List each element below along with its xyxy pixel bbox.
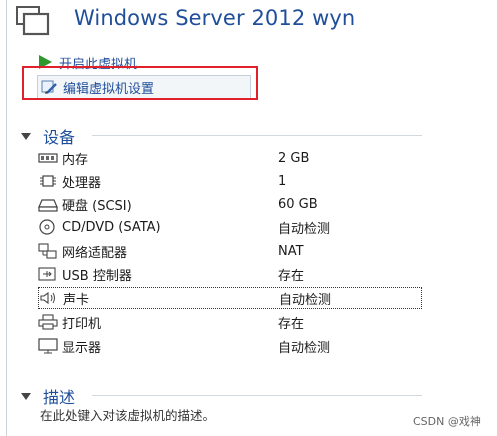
device-value: 60 GB: [278, 196, 318, 212]
speaker-icon: [39, 290, 59, 306]
device-name: CD/DVD (SATA): [62, 219, 161, 235]
device-name: USB 控制器: [62, 268, 132, 284]
device-name: 内存: [62, 152, 89, 168]
devices-section-header[interactable]: 设备: [21, 124, 75, 148]
device-value: 自动检测: [278, 221, 331, 237]
watermark: CSDN @戏神: [413, 415, 481, 428]
highlight-annotation: [22, 66, 258, 100]
device-row-display[interactable]: 显示器 自动检测: [38, 335, 422, 357]
usb-icon: [38, 266, 58, 282]
device-row-sound-card[interactable]: 声卡 自动检测: [38, 287, 422, 309]
hard-disk-icon: [38, 196, 58, 212]
description-section-divider: [92, 395, 422, 396]
device-row-cd-dvd[interactable]: CD/DVD (SATA) 自动检测: [38, 216, 422, 238]
device-row-printer[interactable]: 打印机 存在: [38, 311, 422, 333]
collapse-caret-icon: [21, 392, 31, 400]
devices-section-title: 设备: [43, 128, 76, 147]
device-name: 处理器: [62, 175, 102, 191]
display-icon: [38, 338, 58, 354]
device-row-usb-controller[interactable]: USB 控制器 存在: [38, 263, 422, 285]
network-adapter-icon: [38, 243, 58, 259]
device-row-processor[interactable]: 处理器 1: [38, 170, 422, 192]
device-name: 打印机: [62, 316, 102, 332]
device-value: 存在: [278, 268, 305, 284]
device-value: 自动检测: [278, 340, 331, 356]
description-input[interactable]: 在此处键入对该虚拟机的描述。: [40, 405, 215, 424]
vm-header: Windows Server 2012 wyn: [0, 0, 497, 40]
panel-left-border: [6, 0, 7, 436]
vm-title: Windows Server 2012 wyn: [74, 6, 356, 30]
device-value: 1: [278, 173, 287, 189]
device-row-network-adapter[interactable]: 网络适配器 NAT: [38, 240, 422, 262]
device-row-memory[interactable]: 内存 2 GB: [38, 147, 422, 169]
cd-dvd-icon: [38, 219, 58, 235]
device-name: 网络适配器: [62, 245, 128, 261]
processor-icon: [38, 173, 58, 189]
vm-window-icon: [16, 6, 50, 36]
memory-icon: [38, 150, 58, 166]
devices-section-divider: [92, 135, 422, 136]
device-name: 声卡: [63, 292, 90, 308]
printer-icon: [38, 314, 58, 330]
device-row-hard-disk[interactable]: 硬盘 (SCSI) 60 GB: [38, 193, 422, 215]
device-name: 硬盘 (SCSI): [62, 198, 132, 214]
collapse-caret-icon: [21, 132, 31, 140]
device-value: 2 GB: [278, 150, 310, 166]
device-name: 显示器: [62, 340, 102, 356]
device-value: 存在: [278, 316, 305, 332]
device-value: 自动检测: [279, 292, 332, 308]
device-value: NAT: [278, 243, 304, 259]
